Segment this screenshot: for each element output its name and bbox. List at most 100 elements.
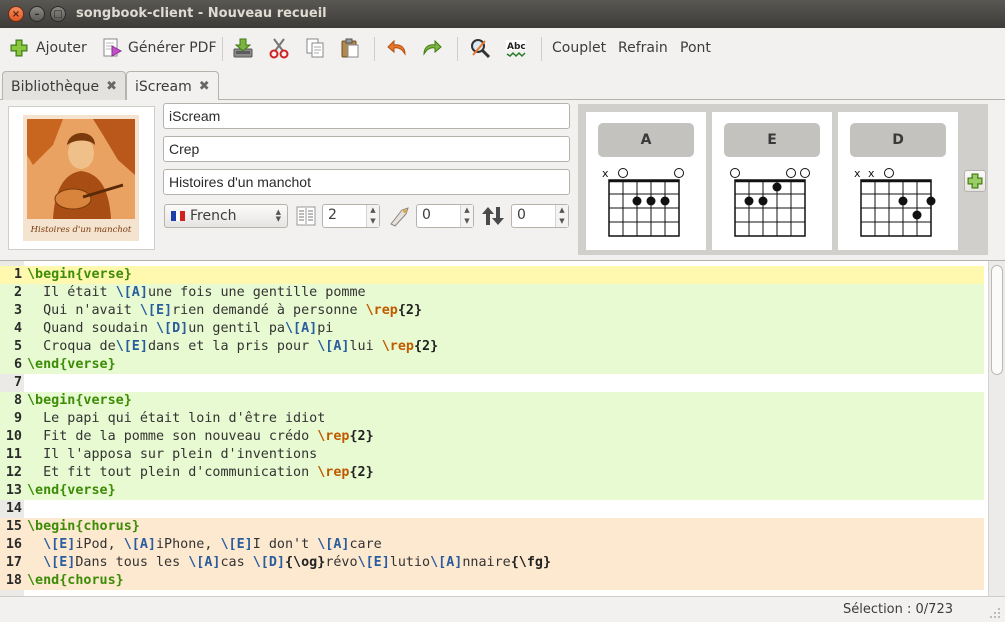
scrollbar-thumb[interactable]	[991, 265, 1003, 375]
capo-icon	[390, 207, 409, 227]
window-minimize-button[interactable]: –	[29, 6, 45, 22]
window-close-button[interactable]: ×	[8, 6, 24, 22]
editor-line[interactable]: 17 \[E]Dans tous les \[A]cas \[D]{\og}ré…	[0, 554, 984, 572]
generate-pdf-button[interactable]: Générer PDF	[101, 28, 217, 68]
repeat-token: \rep	[317, 465, 350, 480]
verse-button[interactable]: Couplet	[552, 28, 606, 68]
spin-arrows[interactable]: ▲ ▼	[366, 205, 379, 227]
editor-line[interactable]: 5 Croqua de\[E]dans et la pris pour \[A]…	[0, 338, 984, 356]
artist-field[interactable]	[163, 136, 570, 162]
line-number: 16	[5, 537, 22, 552]
editor-line[interactable]: 1 \begin{verse}	[0, 266, 984, 284]
keyword-token: {chorus}	[75, 519, 140, 534]
chorus-button[interactable]: Refrain	[618, 28, 668, 68]
text-token: iPod,	[75, 537, 124, 552]
text-token: Il l'apposa sur plein d'inventions	[27, 447, 318, 462]
text-token: {2}	[397, 303, 423, 318]
add-chord-button[interactable]	[964, 170, 986, 192]
capo-value: 0	[422, 207, 431, 223]
resize-grip-icon[interactable]	[989, 607, 1001, 619]
cut-button[interactable]	[268, 28, 290, 68]
selection-status: Sélection : 0/723	[842, 602, 953, 617]
chord-fretboard: x	[602, 167, 684, 237]
line-code: Il l'apposa sur plein d'inventions	[27, 446, 317, 464]
line-code: Il était \[A]une fois une gentille pomme	[27, 284, 366, 302]
transpose-spinbox[interactable]: 0 ▲ ▼	[511, 204, 569, 228]
editor-line[interactable]: 10 Fit de la pomme son nouveau crédo \re…	[0, 428, 984, 446]
chord-diagram-a[interactable]: A x	[586, 112, 706, 250]
tab-bar: Bibliothèque ✖ iScream ✖	[0, 68, 1005, 101]
toolbar-separator	[222, 37, 223, 61]
columns-spinbox[interactable]: 2 ▲ ▼	[322, 204, 380, 228]
text-token: Fit de la pomme son nouveau crédo	[27, 429, 318, 444]
chord-token: \[A]	[123, 537, 156, 552]
columns-icon	[296, 206, 316, 226]
window-maximize-button[interactable]: □	[50, 6, 66, 22]
title-bar: × – □ songbook-client - Nouveau recueil	[0, 0, 1005, 28]
vertical-scrollbar[interactable]	[988, 261, 1005, 596]
bridge-button[interactable]: Pont	[680, 28, 711, 68]
editor-line[interactable]: 15 \begin{chorus}	[0, 518, 984, 536]
redo-button[interactable]	[421, 28, 443, 68]
text-token: un gentil pa	[188, 321, 285, 336]
find-replace-button[interactable]	[469, 28, 491, 68]
line-code: \end{chorus}	[27, 572, 124, 590]
spin-arrows[interactable]: ▲ ▼	[555, 205, 568, 227]
save-button[interactable]	[232, 28, 254, 68]
text-token: Dans tous les	[75, 555, 189, 570]
copy-button[interactable]	[304, 28, 326, 68]
line-code: \[E]iPod, \[A]iPhone, \[E]I don't \[A]ca…	[27, 536, 382, 554]
close-icon[interactable]: ✖	[106, 79, 117, 94]
keyword-token: \end	[27, 357, 60, 372]
editor-line[interactable]: 13 \end{verse}	[0, 482, 984, 500]
chord-name: E	[724, 123, 820, 157]
add-button[interactable]: Ajouter	[8, 28, 87, 68]
editor-line[interactable]: 7	[0, 374, 984, 392]
song-title-field[interactable]	[163, 103, 570, 129]
line-code: Et fit tout plein d'communication \rep{2…	[27, 464, 374, 482]
editor-line[interactable]: 11 Il l'apposa sur plein d'inventions	[0, 446, 984, 464]
language-value: French	[190, 208, 237, 224]
cover-image[interactable]: Histoires d'un manchot	[8, 106, 155, 250]
toolbar-separator	[457, 37, 458, 61]
text-token: une fois une gentille pomme	[147, 285, 366, 300]
capo-spinbox[interactable]: 0 ▲ ▼	[416, 204, 474, 228]
editor-line[interactable]: 2 Il était \[A]une fois une gentille pom…	[0, 284, 984, 302]
editor-line[interactable]: 12 Et fit tout plein d'communication \re…	[0, 464, 984, 482]
chord-diagram-d[interactable]: D x x	[838, 112, 958, 250]
line-number: 5	[13, 339, 22, 354]
editor-line[interactable]: 6 \end{verse}	[0, 356, 984, 374]
undo-button[interactable]	[386, 28, 408, 68]
album-field[interactable]	[163, 169, 570, 195]
tab-library[interactable]: Bibliothèque ✖	[2, 71, 126, 101]
editor-line[interactable]: 3 Qui n'avait \[E]rien demandé à personn…	[0, 302, 984, 320]
chord-token: \[A]	[317, 537, 350, 552]
editor-line[interactable]: 16 \[E]iPod, \[A]iPhone, \[E]I don't \[A…	[0, 536, 984, 554]
editor-line[interactable]: 18 \end{chorus}	[0, 572, 984, 590]
columns-value: 2	[328, 207, 337, 223]
editor-line[interactable]: 8 \begin{verse}	[0, 392, 984, 410]
paste-button[interactable]	[339, 28, 361, 68]
text-token: Le papi qui était loin d'être idiot	[27, 411, 326, 426]
text-token: lui	[349, 339, 382, 354]
editor-line[interactable]: 4 Quand soudain \[D]un gentil pa\[A]pi	[0, 320, 984, 338]
keyword-token: {chorus}	[59, 573, 124, 588]
chord-token: \[A]	[188, 555, 221, 570]
close-icon[interactable]: ✖	[199, 79, 210, 94]
paste-icon	[341, 38, 359, 58]
chord-diagram-e[interactable]: E	[712, 112, 832, 250]
editor-line[interactable]: 9 Le papi qui était loin d'être idiot	[0, 410, 984, 428]
transpose-icon	[482, 207, 504, 225]
code-editor[interactable]: 1 \begin{verse} 2 Il était \[A]une fois un…	[0, 260, 1005, 596]
line-code: Le papi qui était loin d'être idiot	[27, 410, 325, 428]
language-select[interactable]: French ▲ ▼	[164, 204, 288, 228]
svg-text:Abc: Abc	[507, 42, 526, 52]
tab-iscream[interactable]: iScream ✖	[126, 71, 219, 101]
line-number: 9	[13, 411, 22, 426]
text-token: iPhone,	[156, 537, 221, 552]
editor-line[interactable]: 14	[0, 500, 984, 518]
line-number: 10	[5, 429, 22, 444]
spellcheck-button[interactable]: Abc	[505, 28, 527, 68]
spin-arrows[interactable]: ▲ ▼	[460, 205, 473, 227]
